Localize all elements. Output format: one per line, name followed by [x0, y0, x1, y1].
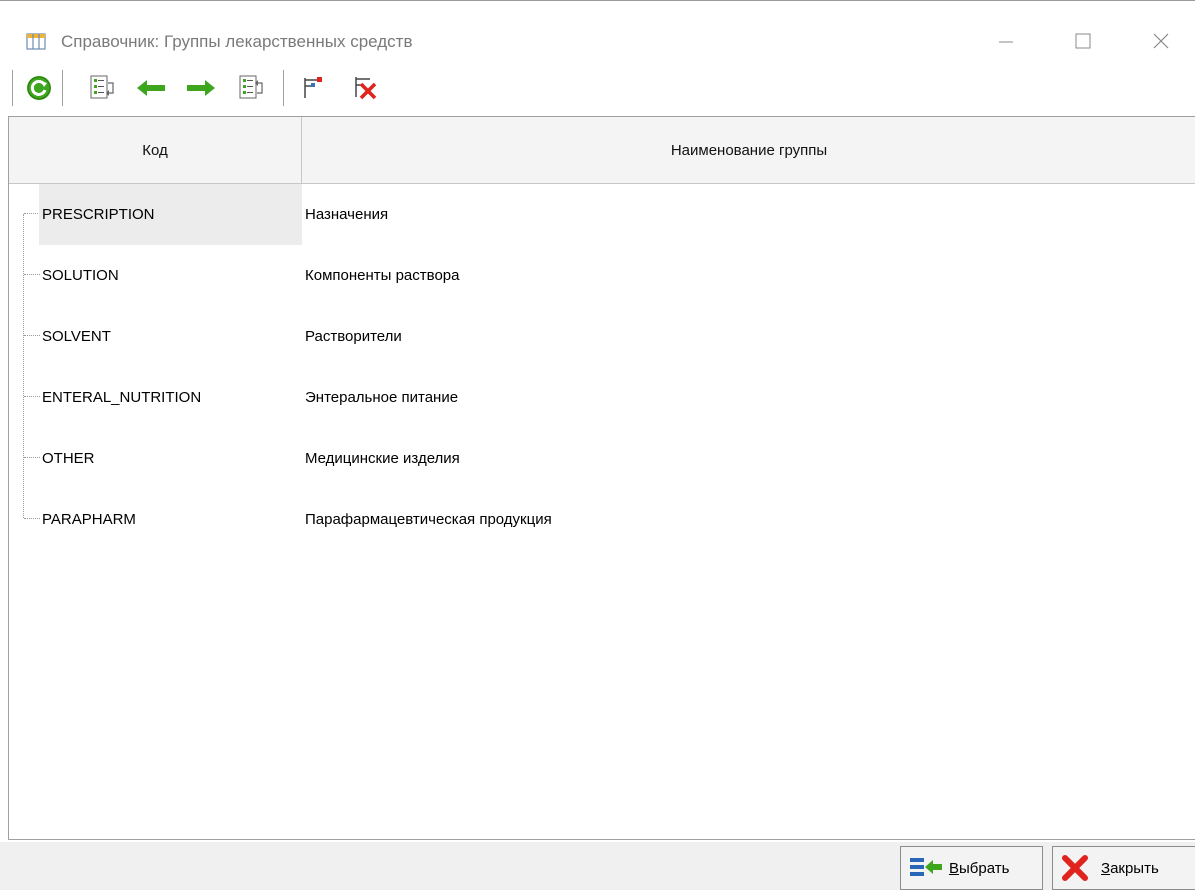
collapse-tree-icon [239, 75, 263, 99]
dictionary-window: Справочник: Группы лекарственных средств [0, 0, 1195, 890]
cell-group-name[interactable]: Парафармацевтическая продукция [305, 489, 552, 550]
column-header-group-name[interactable]: Наименование группы [302, 117, 1195, 183]
cell-group-name[interactable]: Назначения [305, 184, 388, 245]
select-button-label: Выбрать [949, 859, 1010, 877]
cell-code[interactable]: OTHER [39, 428, 302, 489]
arrow-left-icon [137, 80, 165, 96]
window-title: Справочник: Группы лекарственных средств [61, 32, 413, 51]
next-button[interactable] [185, 72, 217, 104]
cell-code[interactable]: PARAPHARM [39, 489, 302, 550]
tree-connector [24, 213, 40, 214]
close-button[interactable]: Закрыть [1052, 846, 1195, 890]
cell-code[interactable]: ENTERAL_NUTRITION [39, 367, 302, 428]
footer-bar: Выбрать Закрыть [0, 842, 1195, 890]
collapse-tree-button[interactable] [235, 72, 267, 104]
table-row[interactable]: OTHER Медицинские изделия [9, 428, 1195, 489]
cell-code[interactable]: SOLVENT [39, 306, 302, 367]
toolbar-separator [283, 70, 284, 106]
tree-connector [24, 396, 40, 397]
expand-tree-button[interactable] [86, 72, 118, 104]
close-button-label: Закрыть [1101, 859, 1159, 877]
cell-group-name[interactable]: Компоненты раствора [305, 245, 459, 306]
maximize-icon [1075, 33, 1091, 49]
groups-grid[interactable]: Код Наименование группы PRESCRIPTION Наз… [8, 116, 1195, 840]
arrow-right-icon [187, 80, 215, 96]
title-bar: Справочник: Группы лекарственных средств [0, 0, 1195, 66]
clear-filter-icon [355, 77, 377, 100]
table-row[interactable]: PRESCRIPTION Назначения [9, 184, 1195, 245]
refresh-icon [27, 76, 51, 100]
filter-icon [304, 77, 322, 98]
grid-header: Код Наименование группы [9, 117, 1195, 184]
close-window-button[interactable] [1141, 23, 1181, 59]
cell-group-name[interactable]: Медицинские изделия [305, 428, 460, 489]
minimize-icon [999, 41, 1013, 43]
close-x-icon [1061, 854, 1095, 882]
maximize-button[interactable] [1063, 23, 1103, 59]
cell-group-name[interactable]: Энтеральное питание [305, 367, 458, 428]
tree-connector [24, 274, 40, 275]
tree-connector [24, 335, 40, 336]
table-row[interactable]: PARAPHARM Парафармацевтическая продукция [9, 489, 1195, 550]
toolbar [0, 66, 1195, 114]
select-button[interactable]: Выбрать [900, 846, 1043, 890]
table-row[interactable]: SOLVENT Растворители [9, 306, 1195, 367]
toolbar-separator [12, 70, 13, 106]
table-row[interactable]: SOLUTION Компоненты раствора [9, 245, 1195, 306]
cell-code[interactable]: PRESCRIPTION [39, 184, 302, 245]
minimize-button[interactable] [986, 23, 1026, 59]
cell-group-name[interactable]: Растворители [305, 306, 402, 367]
expand-tree-icon [90, 75, 114, 99]
close-icon [1153, 33, 1169, 49]
clear-filter-button[interactable] [349, 72, 381, 104]
previous-button[interactable] [135, 72, 167, 104]
tree-connector [24, 518, 40, 519]
select-icon [909, 854, 943, 882]
refresh-button[interactable] [23, 72, 55, 104]
table-row[interactable]: ENTERAL_NUTRITION Энтеральное питание [9, 367, 1195, 428]
table-icon [26, 33, 46, 55]
tree-connector [24, 457, 40, 458]
toolbar-separator [62, 70, 63, 106]
cell-code[interactable]: SOLUTION [39, 245, 302, 306]
column-header-code[interactable]: Код [9, 117, 302, 183]
filter-button[interactable] [297, 72, 329, 104]
